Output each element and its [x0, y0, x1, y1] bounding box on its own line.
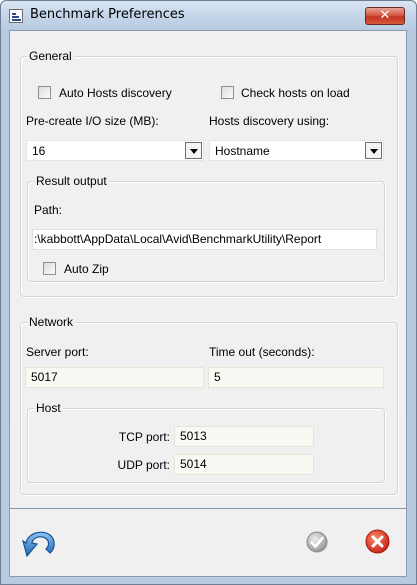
general-group: General Auto Hosts discovery Check hosts… [20, 49, 398, 297]
checkmark-icon [306, 531, 328, 553]
host-group-title: Host [34, 401, 63, 415]
close-icon [365, 529, 390, 554]
window-title: Benchmark Preferences [30, 7, 185, 22]
udp-port-input[interactable]: 5014 [174, 454, 314, 475]
general-group-title: General [27, 49, 74, 63]
server-port-label: Server port: [26, 345, 89, 359]
hosts-discovery-value: Hostname [215, 144, 270, 158]
path-input[interactable]: :\kabbott\AppData\Local\Avid\BenchmarkUt… [32, 229, 377, 250]
udp-port-label: UDP port: [117, 458, 170, 472]
tcp-port-input[interactable]: 5013 [174, 426, 314, 447]
tcp-port-label: TCP port: [118, 430, 170, 444]
timeout-label: Time out (seconds): [209, 345, 315, 359]
auto-zip-label[interactable]: Auto Zip [64, 262, 109, 276]
result-output-group: Result output Path: :\kabbott\AppData\Lo… [27, 174, 385, 282]
result-output-group-title: Result output [34, 174, 109, 188]
precreate-size-value: 16 [32, 144, 46, 158]
check-hosts-label[interactable]: Check hosts on load [241, 86, 350, 100]
chevron-down-icon[interactable] [185, 142, 202, 159]
server-port-input[interactable]: 5017 [25, 367, 204, 388]
check-hosts-checkbox[interactable] [221, 86, 234, 99]
ok-button[interactable] [306, 531, 328, 553]
hosts-discovery-select[interactable]: Hostname [209, 140, 384, 161]
hosts-discovery-label: Hosts discovery using: [209, 114, 330, 128]
undo-button[interactable] [22, 527, 58, 559]
precreate-size-select[interactable]: 16 [26, 140, 204, 161]
button-bar [9, 509, 407, 577]
precreate-size-label: Pre-create I/O size (MB): [26, 114, 159, 128]
undo-icon [22, 531, 55, 558]
dialog-content: General Auto Hosts discovery Check hosts… [9, 30, 407, 509]
window-close-button[interactable]: ✕ [365, 7, 405, 25]
network-group-title: Network [27, 315, 76, 329]
host-group: Host TCP port: 5013 UDP port: 5014 [27, 401, 385, 483]
auto-hosts-checkbox[interactable] [38, 86, 51, 99]
title-bar[interactable]: Benchmark Preferences ✕ [1, 1, 416, 29]
network-group: Network Server port: 5017 Time out (seco… [20, 315, 398, 495]
cancel-button[interactable] [365, 529, 390, 554]
timeout-input[interactable]: 5 [208, 367, 384, 388]
app-icon [9, 9, 23, 23]
path-label: Path: [34, 203, 63, 217]
auto-zip-checkbox[interactable] [43, 262, 56, 275]
auto-hosts-label[interactable]: Auto Hosts discovery [59, 86, 172, 100]
chevron-down-icon[interactable] [365, 142, 382, 159]
